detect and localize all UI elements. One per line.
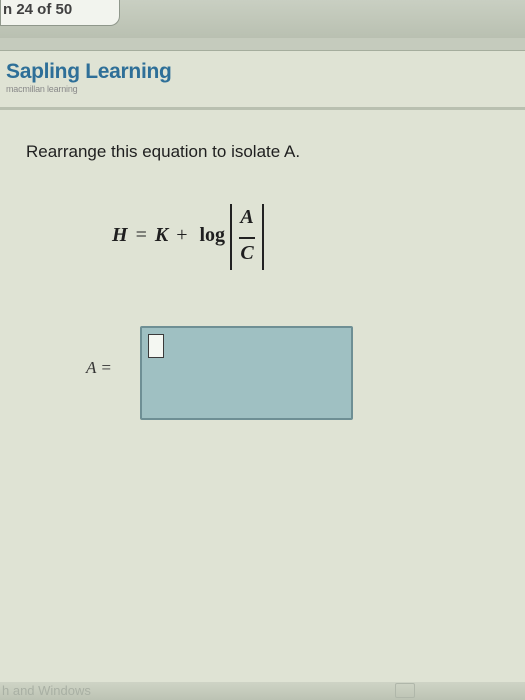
- abs-bar-right: [262, 204, 264, 270]
- footer-partial-text: h and Windows: [2, 683, 91, 698]
- equation-lhs: H: [112, 224, 128, 246]
- equation: H = K + log A C: [112, 200, 312, 274]
- window-icon[interactable]: [395, 683, 415, 698]
- brand-subtitle: macmillan learning: [6, 84, 78, 94]
- absolute-value-fraction: A C: [230, 204, 264, 270]
- fraction-numerator: A: [240, 206, 254, 228]
- equation-main: H = K + log: [112, 224, 225, 247]
- brand-title: Sapling Learning: [6, 60, 172, 83]
- equation-plus: +: [176, 224, 188, 246]
- question-prompt: Rearrange this equation to isolate A.: [26, 142, 301, 161]
- equation-log: log: [199, 224, 226, 246]
- answer-cursor-slot[interactable]: [148, 334, 164, 358]
- fraction-denominator: C: [240, 242, 254, 264]
- equation-equals: =: [135, 224, 147, 246]
- brand-logo: Sapling Learning macmillan learning: [6, 60, 172, 94]
- brand-divider: [0, 107, 525, 110]
- header-separator: [0, 38, 525, 51]
- fraction-line: [239, 237, 255, 239]
- answer-label: A =: [86, 358, 112, 377]
- question-counter[interactable]: n 24 of 50: [0, 0, 120, 26]
- answer-input[interactable]: [140, 326, 353, 420]
- equation-k: K: [154, 224, 169, 246]
